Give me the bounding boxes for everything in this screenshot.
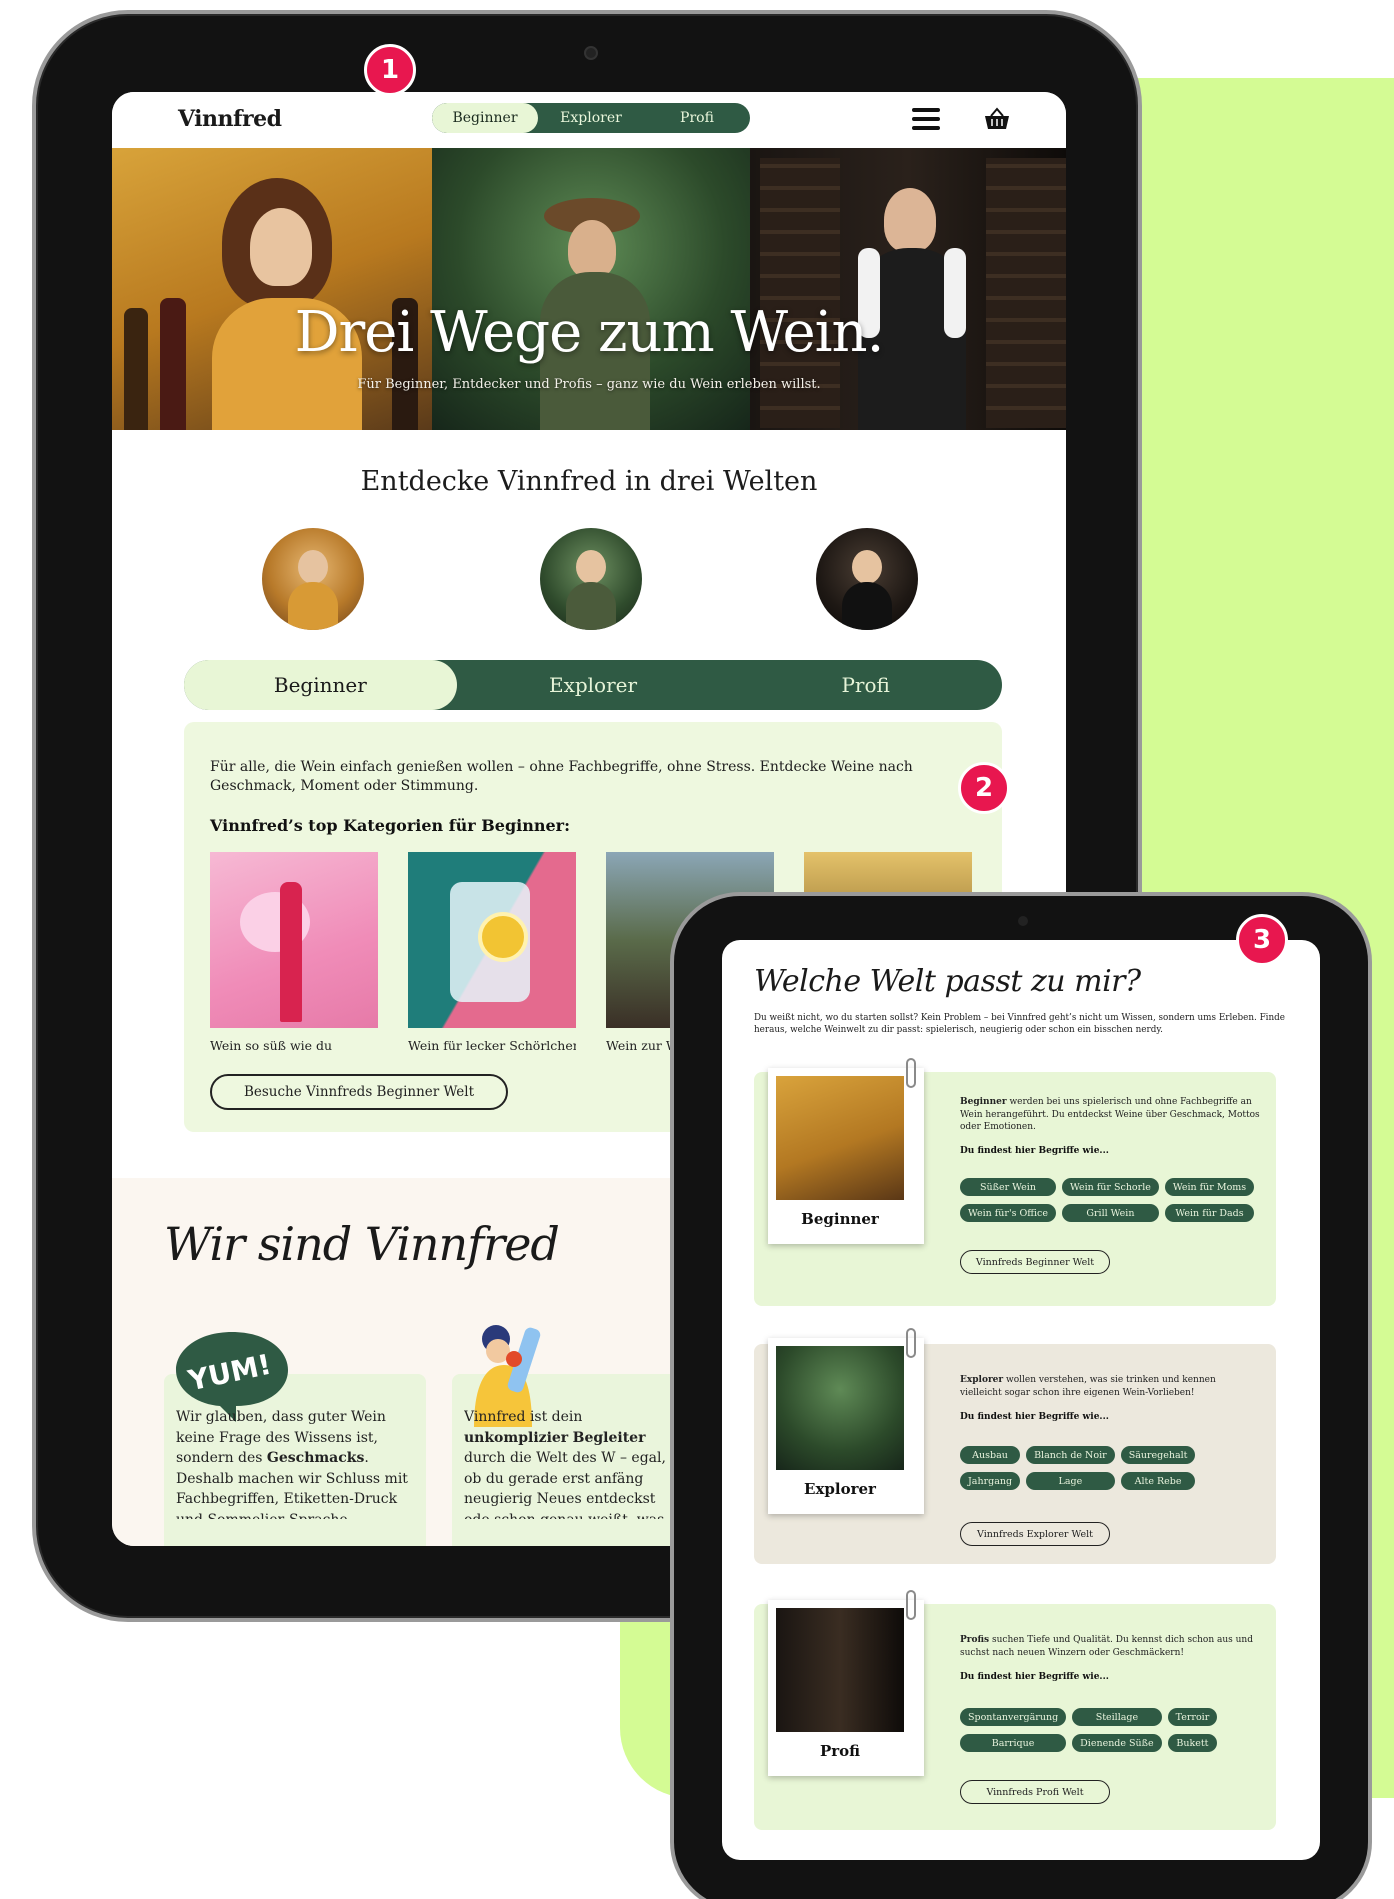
world-avatar-profi[interactable] [816,528,918,630]
term-chip[interactable]: Terroir [1167,1708,1218,1726]
term-chips: Ausbau Blanch de Noir Säuregehalt Jahrga… [960,1446,1260,1490]
world-card-explorer: Explorer Explorer wollen verstehen, was … [754,1328,1276,1564]
logo[interactable]: Vinnfred [178,106,282,132]
world-description: Explorer wollen verstehen, was sie trink… [960,1375,1216,1398]
paperclip-icon [906,1590,916,1620]
term-chip[interactable]: Wein für Schorle [1062,1178,1159,1196]
term-chip[interactable]: Blanch de Noir [1026,1446,1115,1464]
annotation-badge-2: 2 [958,762,1010,814]
hamburger-icon[interactable] [912,108,940,132]
category-image [210,852,378,1028]
profi-photo [776,1608,904,1732]
camera-icon [584,46,598,60]
term-chips: Spontanvergärung Steillage Terroir Barri… [960,1708,1260,1752]
about-title: Wir sind Vinnfred [164,1217,560,1271]
explorer-world-button[interactable]: Vinnfreds Explorer Welt [960,1522,1110,1546]
visit-beginner-world-button[interactable]: Besuche Vinnfreds Beginner Welt [210,1074,508,1110]
panel-description: Für alle, die Wein einfach genießen woll… [210,759,913,794]
panel-heading: Vinnfred’s top Kategorien für Beginner: [210,816,570,835]
term-chip[interactable]: Spontanvergärung [960,1708,1067,1726]
tablet-screen-small: Welche Welt passt zu mir? Du weißt nicht… [722,940,1320,1860]
hero-title: Drei Wege zum Wein. [294,300,885,365]
beginner-photo [776,1076,904,1200]
terms-heading: Du findest hier Begriffe wie... [960,1146,1109,1156]
tab-profi[interactable]: Profi [729,660,1002,710]
term-chip[interactable]: Jahrgang [960,1472,1021,1490]
polaroid-beginner: Beginner [768,1058,934,1252]
term-chip[interactable]: Wein für Moms [1164,1178,1255,1196]
world-description: Beginner werden bei uns spielerisch und … [960,1097,1260,1132]
world-card-profi: Profi Profis suchen Tiefe und Qualität. … [754,1590,1276,1830]
terms-heading: Du findest hier Begriffe wie... [960,1412,1109,1422]
term-chip[interactable]: Alte Rebe [1120,1472,1196,1490]
term-chip[interactable]: Säuregehalt [1120,1446,1196,1464]
tab-explorer[interactable]: Explorer [457,660,730,710]
world-tabs: Beginner Explorer Profi [184,660,1002,710]
category-card[interactable]: Wein für lecker Schörlchen [408,852,576,1053]
explorer-photo [776,1346,904,1470]
term-chip[interactable]: Wein für Dads [1164,1204,1255,1222]
mockup-stage: Vinnfred Beginner Explorer Profi Drei We… [0,0,1394,1899]
terms-heading: Du findest hier Begriffe wie... [960,1672,1109,1682]
category-label: Wein für lecker Schörlchen [408,1038,576,1053]
term-chip[interactable]: Ausbau [960,1446,1021,1464]
worlds-section-title: Entdecke Vinnfred in drei Welten [360,466,818,497]
paperclip-icon [906,1058,916,1088]
paperclip-icon [906,1328,916,1358]
term-chip[interactable]: Steillage [1072,1708,1162,1726]
polaroid-profi: Profi [768,1590,934,1784]
annotation-badge-3: 3 [1236,914,1288,966]
polaroid-explorer: Explorer [768,1328,934,1522]
world-card-beginner: Beginner Beginner werden bei uns spieler… [754,1058,1276,1306]
hero-banner: Drei Wege zum Wein. Für Beginner, Entdec… [112,148,1066,430]
about-card-2-text: Vinnfred ist dein unkomplizier Begleiter… [464,1409,666,1519]
top-navigation: Vinnfred Beginner Explorer Profi [112,92,1066,148]
world-quiz-description: Du weißt nicht, wo du starten sollst? Ke… [754,1013,1285,1035]
nav-tab-beginner[interactable]: Beginner [432,103,538,133]
profi-world-button[interactable]: Vinnfreds Profi Welt [960,1780,1110,1804]
term-chip[interactable]: Wein für's Office [960,1204,1056,1222]
world-description: Profis suchen Tiefe und Qualität. Du ken… [960,1635,1253,1658]
polaroid-caption: Beginner [801,1210,879,1228]
term-chip[interactable]: Süßer Wein [960,1178,1056,1196]
term-chip[interactable]: Dienende Süße [1072,1734,1162,1752]
polaroid-caption: Explorer [804,1480,876,1498]
category-image [408,852,576,1028]
hero-subtitle: Für Beginner, Entdecker und Profis – gan… [357,377,821,392]
tab-beginner[interactable]: Beginner [184,660,457,710]
nav-tab-explorer[interactable]: Explorer [538,103,644,133]
term-chip[interactable]: Grill Wein [1062,1204,1159,1222]
term-chip[interactable]: Bukett [1167,1734,1218,1752]
tablet-frame-small: Welche Welt passt zu mir? Du weißt nicht… [670,892,1372,1899]
world-switcher-top: Beginner Explorer Profi [432,103,750,133]
basket-icon[interactable] [982,106,1012,132]
annotation-badge-1: 1 [364,44,416,96]
beginner-world-button[interactable]: Vinnfreds Beginner Welt [960,1250,1110,1274]
category-label: Wein so süß wie du [210,1038,333,1053]
world-avatar-beginner[interactable] [262,528,364,630]
camera-icon [1018,916,1028,926]
nav-tab-profi[interactable]: Profi [644,103,750,133]
term-chips: Süßer Wein Wein für Schorle Wein für Mom… [960,1178,1260,1222]
category-card[interactable]: Wein so süß wie du [210,852,378,1053]
about-card-1-text: Wir glauben, dass guter Wein keine Frage… [176,1409,408,1519]
world-quiz-title: Welche Welt passt zu mir? [754,964,1141,999]
term-chip[interactable]: Lage [1026,1472,1115,1490]
term-chip[interactable]: Barrique [960,1734,1067,1752]
polaroid-caption: Profi [819,1742,861,1760]
world-avatar-explorer[interactable] [540,528,642,630]
